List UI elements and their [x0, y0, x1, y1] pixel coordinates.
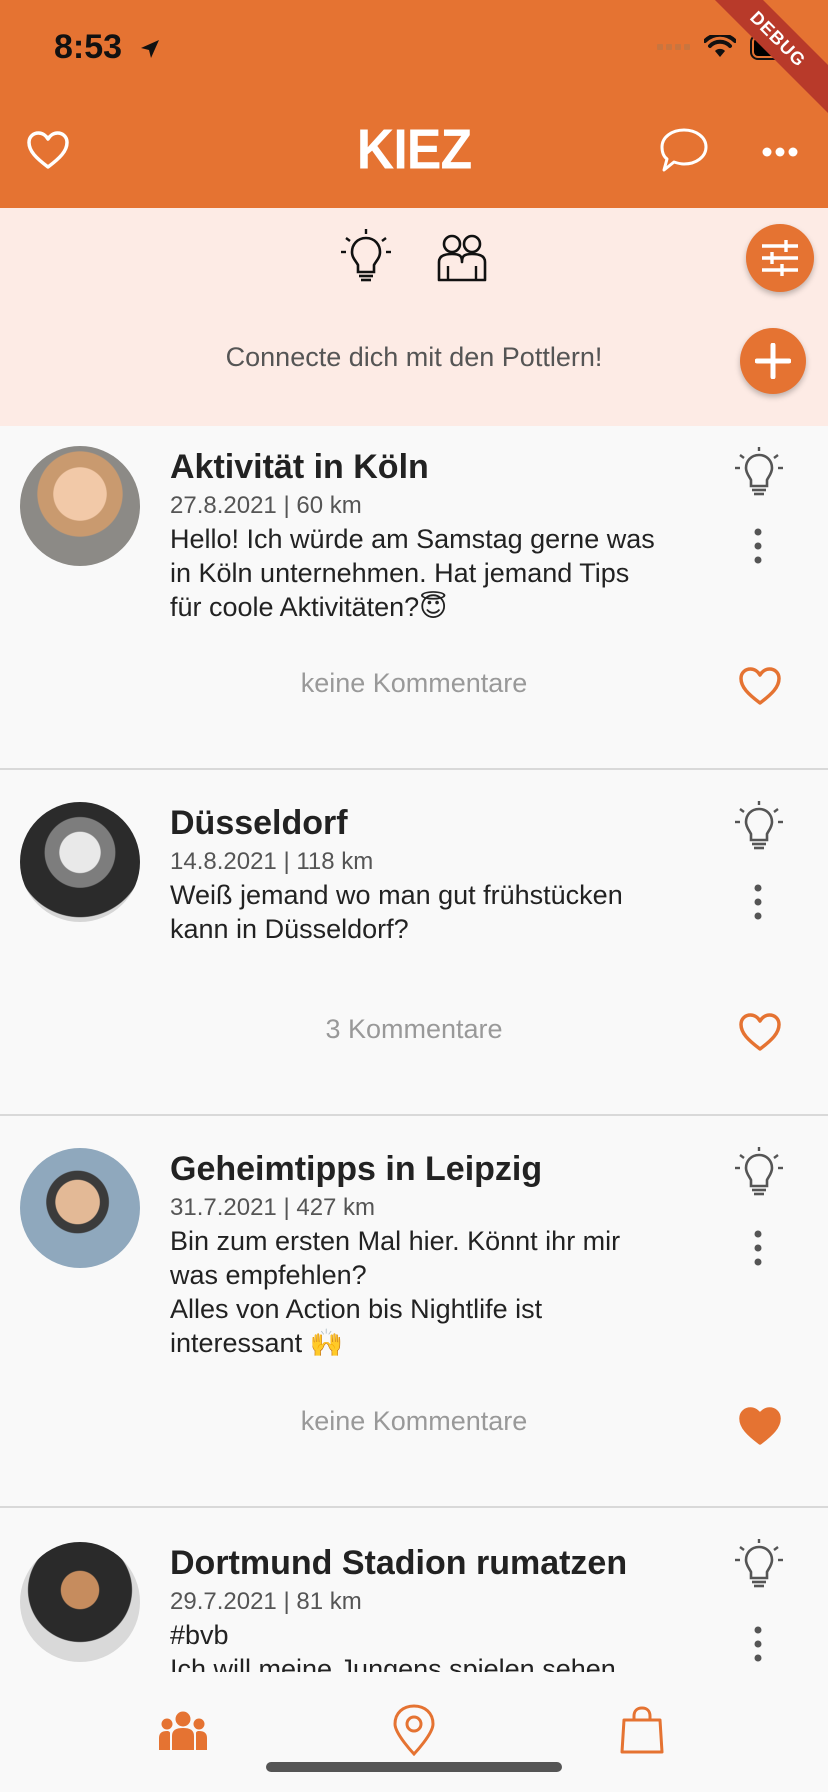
wifi-icon	[704, 35, 736, 57]
avatar[interactable]	[20, 1542, 140, 1662]
post-meta: 29.7.2021 | 81 km	[170, 1588, 362, 1615]
tune-icon	[762, 240, 798, 276]
lightbulb-icon[interactable]	[732, 1146, 786, 1198]
app-bar: 8:53 DEBUG KIEZ	[0, 0, 828, 208]
post-card[interactable]: Geheimtipps in Leipzig 31.7.2021 | 427 k…	[0, 1116, 828, 1508]
filter-settings-button[interactable]	[746, 224, 814, 292]
add-icon	[755, 343, 791, 379]
comments-link[interactable]: keine Kommentare	[0, 1406, 828, 1437]
post-body: Hello! Ich würde am Samstag gerne was in…	[170, 524, 655, 622]
post-meta: 14.8.2021 | 118 km	[170, 848, 374, 875]
more-horizontal-icon[interactable]	[762, 146, 798, 158]
filter-area: Connecte dich mit den Pottlern!	[0, 208, 828, 426]
post-title[interactable]: Aktivität in Köln	[170, 448, 429, 487]
avatar[interactable]	[20, 1148, 140, 1268]
post-card[interactable]: Düsseldorf 14.8.2021 | 118 km Weiß jeman…	[0, 770, 828, 1116]
post-title[interactable]: Dortmund Stadion rumatzen	[170, 1544, 627, 1583]
lightbulb-icon[interactable]	[732, 446, 786, 498]
post-body: Weiß jemand wo man gut frühstücken kann …	[170, 880, 623, 944]
lightbulb-icon[interactable]	[732, 1538, 786, 1590]
status-time-text: 8:53	[54, 28, 123, 66]
avatar[interactable]	[20, 802, 140, 922]
post-title[interactable]: Düsseldorf	[170, 804, 348, 843]
add-post-button[interactable]	[740, 328, 806, 394]
lightbulb-icon[interactable]	[732, 800, 786, 852]
people-icon[interactable]	[436, 234, 488, 282]
post-title[interactable]: Geheimtipps in Leipzig	[170, 1150, 542, 1189]
like-heart-icon[interactable]	[738, 666, 782, 706]
post-meta: 31.7.2021 | 427 km	[170, 1194, 376, 1221]
filter-tagline: Connecte dich mit den Pottlern!	[225, 342, 603, 372]
cellular-signal-icon	[657, 44, 690, 50]
post-feed[interactable]: Aktivität in Köln 27.8.2021 | 60 km Hell…	[0, 426, 828, 1672]
more-vertical-icon[interactable]	[752, 1626, 764, 1662]
post-card[interactable]: Aktivität in Köln 27.8.2021 | 60 km Hell…	[0, 426, 828, 770]
location-arrow-icon	[140, 40, 159, 59]
post-body: #bvb Ich will meine Jungens spielen sehe…	[170, 1620, 616, 1672]
more-vertical-icon[interactable]	[752, 884, 764, 920]
lightbulb-icon[interactable]	[340, 228, 392, 286]
home-indicator	[266, 1762, 562, 1772]
chat-bubble-icon[interactable]	[658, 126, 710, 176]
community-icon[interactable]	[158, 1710, 208, 1752]
status-time: 8:53	[54, 28, 162, 67]
post-meta: 27.8.2021 | 60 km	[170, 492, 362, 519]
comments-link[interactable]: 3 Kommentare	[0, 1014, 828, 1045]
bottom-navigation	[0, 1672, 828, 1792]
like-heart-filled-icon[interactable]	[738, 1406, 782, 1446]
like-heart-icon[interactable]	[738, 1012, 782, 1052]
post-card[interactable]: Dortmund Stadion rumatzen 29.7.2021 | 81…	[0, 1508, 828, 1672]
post-body: Bin zum ersten Mal hier. Könnt ihr mir w…	[170, 1226, 621, 1358]
debug-banner: DEBUG	[695, 0, 828, 122]
more-vertical-icon[interactable]	[752, 1230, 764, 1266]
shopping-bag-icon[interactable]	[620, 1706, 664, 1754]
avatar[interactable]	[20, 446, 140, 566]
more-vertical-icon[interactable]	[752, 528, 764, 564]
comments-link[interactable]: keine Kommentare	[0, 668, 828, 699]
location-pin-icon[interactable]	[392, 1704, 436, 1756]
